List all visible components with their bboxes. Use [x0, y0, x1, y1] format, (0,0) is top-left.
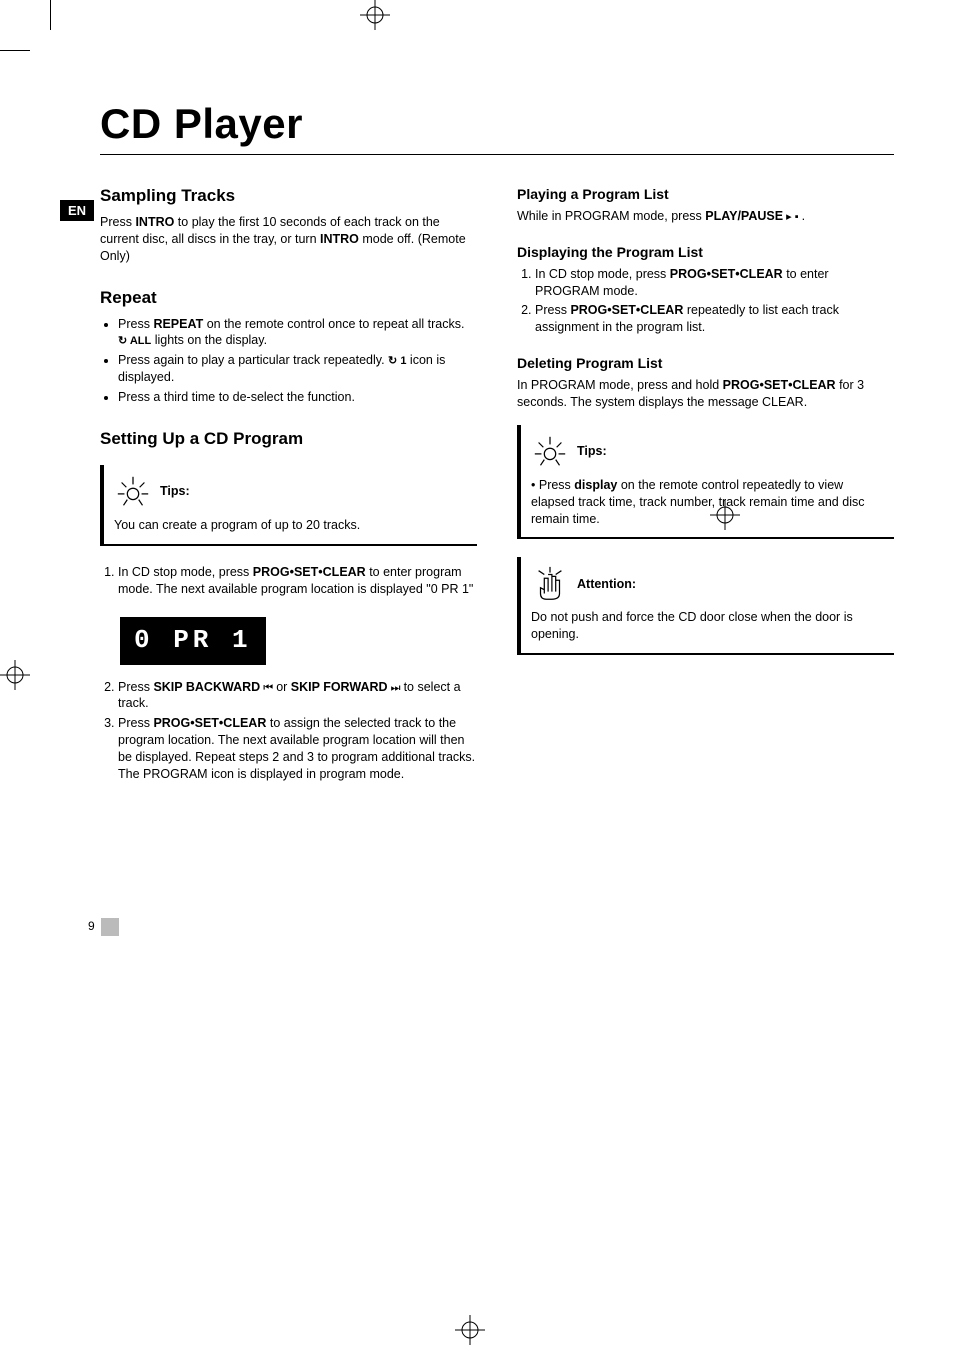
sun-tip-icon: [114, 473, 152, 511]
heading-displaying-program: Displaying the Program List: [517, 243, 894, 262]
skip-forward-icon: ⏭: [388, 682, 404, 694]
tips-body: • Press display on the remote control re…: [531, 477, 884, 528]
skip-backward-icon: ⏮: [260, 682, 276, 694]
page-number: 9: [88, 918, 119, 936]
attention-callout: Attention: Do not push and force the CD …: [517, 557, 894, 655]
intro-key: INTRO: [320, 232, 359, 246]
prog-set-clear-key: PROG•SET•CLEAR: [153, 716, 266, 730]
repeat-all-icon: ↻ ALL: [118, 334, 151, 349]
tips-callout: Tips: You can create a program of up to …: [100, 465, 477, 546]
playing-paragraph: While in PROGRAM mode, press PLAY/PAUSE …: [517, 208, 894, 225]
list-item: Press REPEAT on the remote control once …: [118, 316, 477, 350]
sampling-paragraph: Press INTRO to play the first 10 seconds…: [100, 214, 477, 265]
heading-deleting-program: Deleting Program List: [517, 354, 894, 373]
tips-label: Tips:: [160, 483, 190, 500]
repeat-list: Press REPEAT on the remote control once …: [100, 316, 477, 406]
skip-forward-key: SKIP FORWARD: [291, 680, 388, 694]
page-number-box-icon: [101, 918, 119, 936]
left-column: Sampling Tracks Press INTRO to play the …: [100, 185, 477, 793]
prog-set-clear-key: PROG•SET•CLEAR: [723, 378, 836, 392]
attention-hand-icon: [531, 565, 569, 603]
deleting-paragraph: In PROGRAM mode, press and hold PROG•SET…: [517, 377, 894, 411]
page-title: CD Player: [100, 100, 894, 148]
intro-key: INTRO: [135, 215, 174, 229]
displaying-steps: In CD stop mode, press PROG•SET•CLEAR to…: [517, 266, 894, 337]
tips-body: You can create a program of up to 20 tra…: [114, 517, 467, 534]
sun-tip-icon: [531, 433, 569, 471]
language-badge: EN: [60, 200, 94, 221]
list-item: Press a third time to de-select the func…: [118, 389, 477, 406]
heading-sampling-tracks: Sampling Tracks: [100, 185, 477, 208]
list-item: Press PROG•SET•CLEAR to assign the selec…: [118, 715, 477, 783]
list-item: In CD stop mode, press PROG•SET•CLEAR to…: [535, 266, 894, 300]
prog-set-clear-key: PROG•SET•CLEAR: [253, 565, 366, 579]
setup-steps-cont: Press SKIP BACKWARD ⏮ or SKIP FORWARD ⏭ …: [100, 679, 477, 783]
skip-backward-key: SKIP BACKWARD: [153, 680, 260, 694]
attention-label: Attention:: [577, 576, 636, 593]
prog-set-clear-key: PROG•SET•CLEAR: [570, 303, 683, 317]
list-item: In CD stop mode, press PROG•SET•CLEAR to…: [118, 564, 477, 598]
list-item: Press SKIP BACKWARD ⏮ or SKIP FORWARD ⏭ …: [118, 679, 477, 713]
setup-steps: In CD stop mode, press PROG•SET•CLEAR to…: [100, 564, 477, 598]
list-item: Press again to play a particular track r…: [118, 352, 477, 386]
display-key: display: [574, 478, 617, 492]
prog-set-clear-key: PROG•SET•CLEAR: [670, 267, 783, 281]
list-item: Press PROG•SET•CLEAR repeatedly to list …: [535, 302, 894, 336]
right-column: Playing a Program List While in PROGRAM …: [517, 185, 894, 793]
heading-setup-program: Setting Up a CD Program: [100, 428, 477, 451]
heading-repeat: Repeat: [100, 287, 477, 310]
attention-body: Do not push and force the CD door close …: [531, 609, 884, 643]
tips-label: Tips:: [577, 443, 607, 460]
repeat-one-icon: ↻ 1: [388, 354, 406, 369]
heading-playing-program: Playing a Program List: [517, 185, 894, 204]
repeat-key: REPEAT: [153, 317, 203, 331]
lcd-display: 0 PR 1: [120, 617, 266, 664]
title-rule: [100, 154, 894, 155]
play-pause-icon: ▸ ▪: [783, 211, 802, 223]
tips-callout: Tips: • Press display on the remote cont…: [517, 425, 894, 540]
play-pause-key: PLAY/PAUSE: [705, 209, 783, 223]
